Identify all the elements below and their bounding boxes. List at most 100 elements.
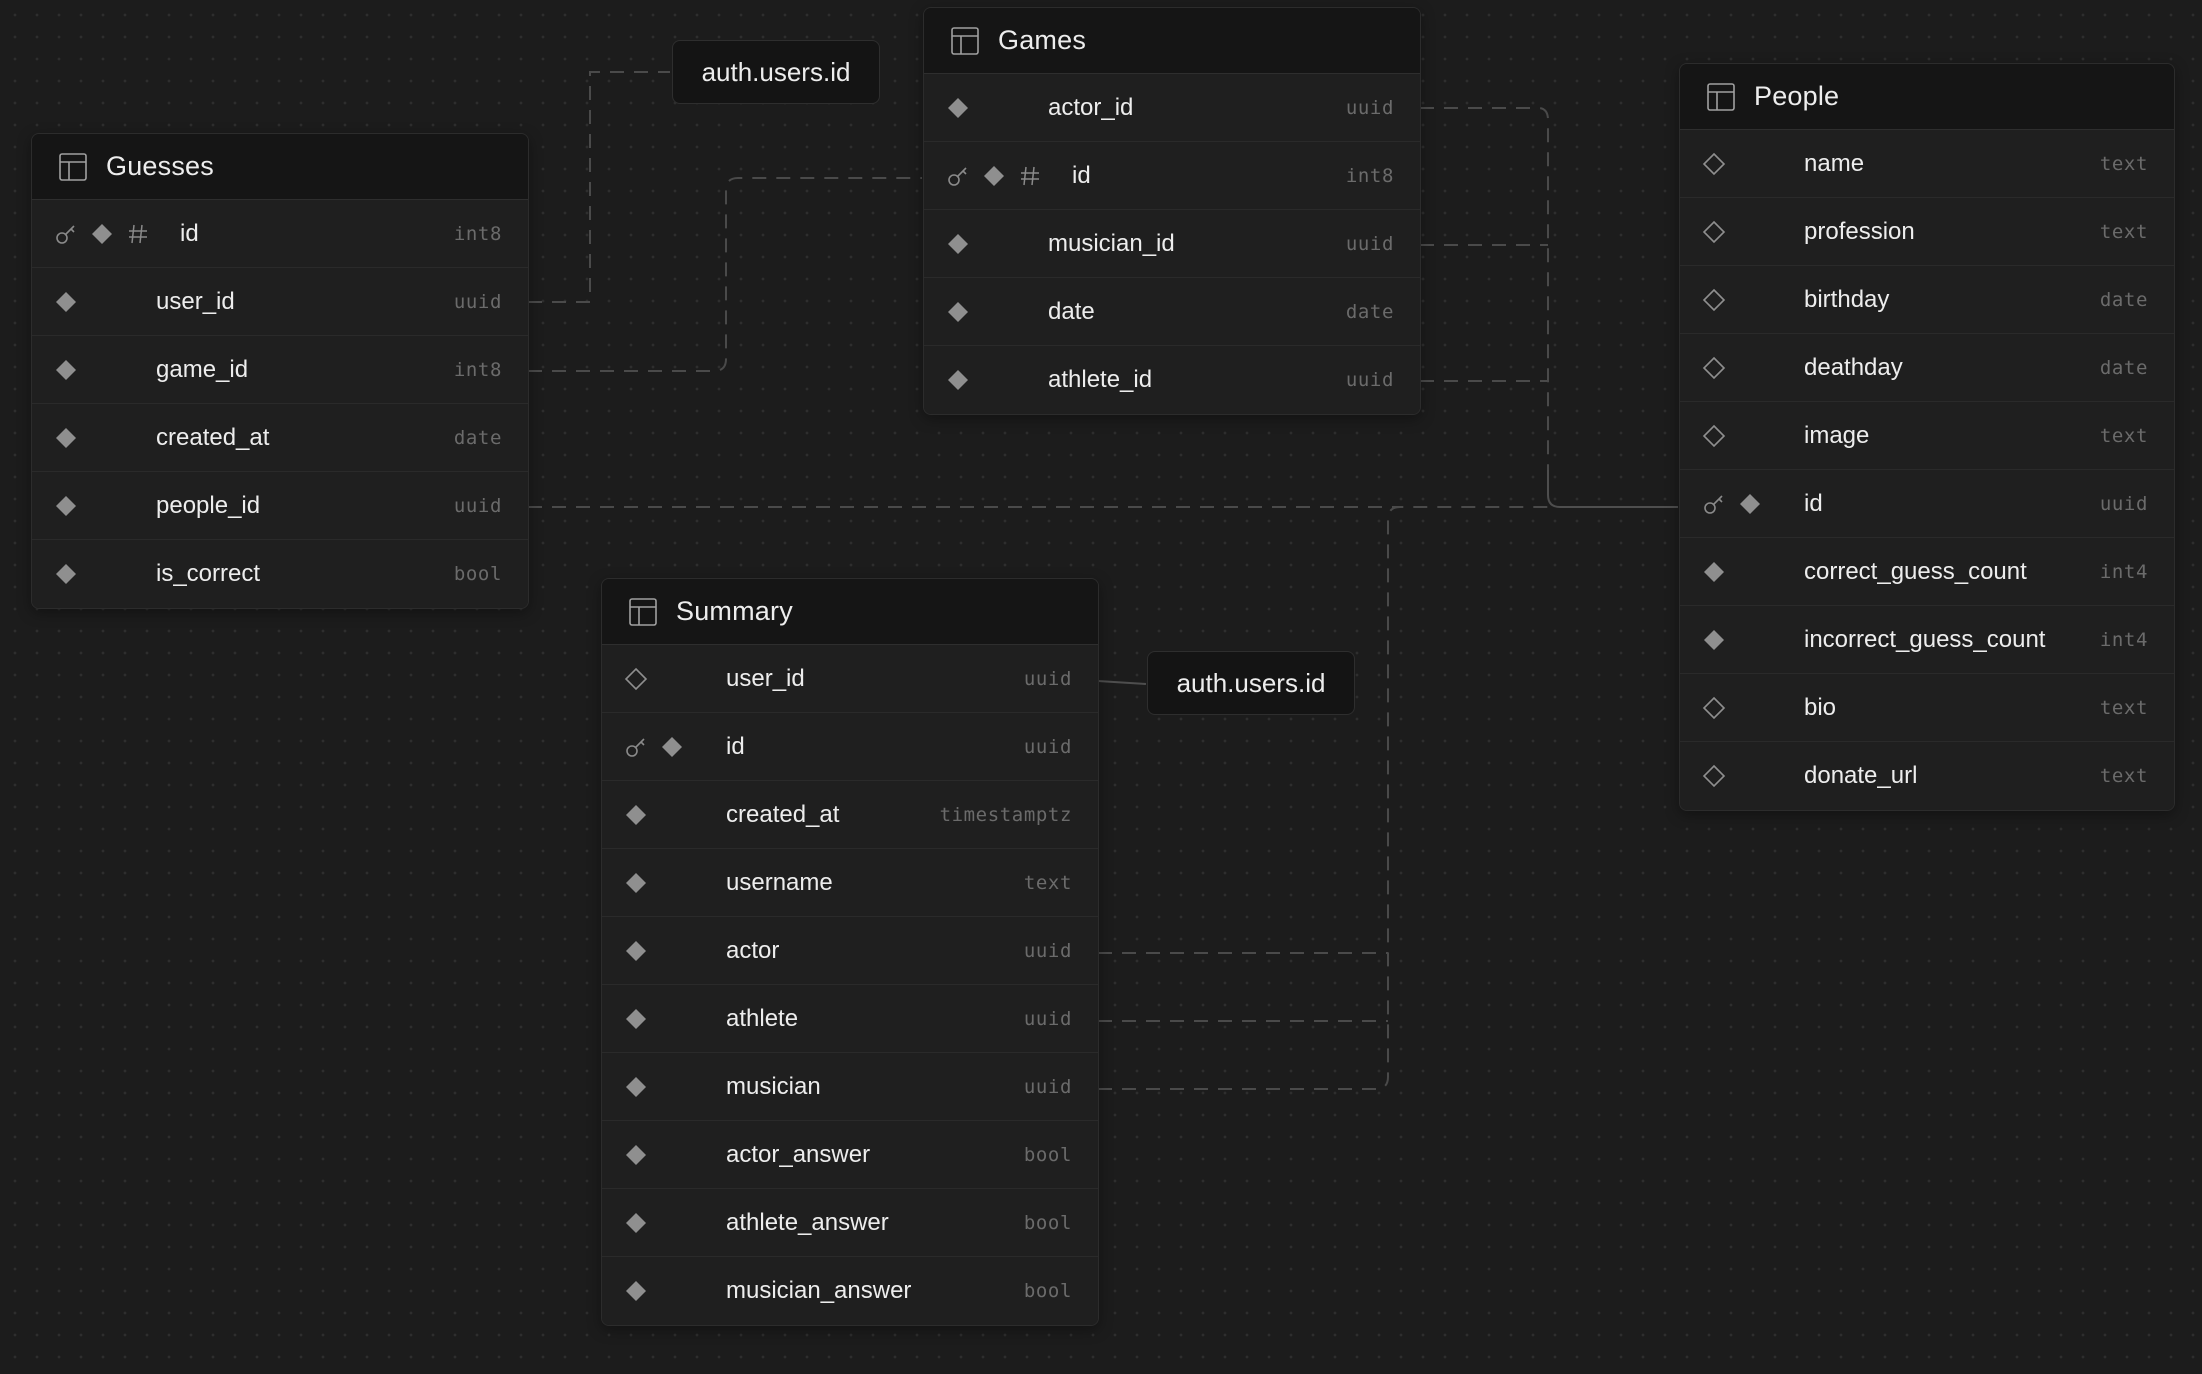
- column-row-people-id[interactable]: people_id uuid: [32, 472, 528, 540]
- column-row-id[interactable]: id int8: [32, 200, 528, 268]
- column-name: athlete: [726, 1004, 799, 1032]
- column-type: uuid: [1345, 369, 1394, 391]
- edge-summary-user-id-to-auth-users: [1097, 680, 1147, 685]
- table-guesses[interactable]: Guesses id int8 user_id uuid game_id int8 creat…: [31, 133, 529, 609]
- not-null-diamond-icon: [626, 1076, 646, 1097]
- nullable-diamond-icon: [1702, 220, 1726, 243]
- column-name: profession: [1804, 217, 1915, 245]
- column-row-incorrect-guess-count[interactable]: incorrect_guess_count int4: [1680, 606, 2174, 674]
- column-name: athlete_id: [1048, 366, 1153, 393]
- table-title: Summary: [676, 596, 793, 626]
- column-type: uuid: [1023, 667, 1072, 690]
- column-row-athlete-answer[interactable]: athlete_answer bool: [602, 1189, 1098, 1257]
- column-name: id: [180, 219, 199, 247]
- not-null-diamond-icon: [1740, 493, 1760, 514]
- table-header[interactable]: People: [1680, 64, 2174, 130]
- column-row-donate-url[interactable]: donate_url text: [1680, 742, 2174, 810]
- auth-users-id-reference-top[interactable]: auth.users.id: [672, 40, 880, 104]
- column-row-id[interactable]: id uuid: [602, 713, 1098, 781]
- column-name: image: [1804, 421, 1870, 449]
- primary-key-icon: [1704, 494, 1723, 514]
- column-row-image[interactable]: image text: [1680, 402, 2174, 470]
- column-row-is-correct[interactable]: is_correct bool: [32, 540, 528, 608]
- column-name: musician_answer: [726, 1277, 912, 1304]
- column-name: actor_answer: [726, 1140, 871, 1168]
- column-name: deathday: [1804, 353, 1903, 381]
- not-null-diamond-icon: [626, 1008, 646, 1029]
- edge-trunk-to-people-id: [1547, 470, 1678, 508]
- not-null-diamond-icon: [948, 233, 968, 254]
- not-null-diamond-icon: [92, 223, 112, 244]
- nullable-diamond-icon: [1702, 356, 1726, 379]
- column-row-athlete[interactable]: athlete uuid: [602, 985, 1098, 1053]
- column-name: donate_url: [1804, 762, 1918, 789]
- column-type: text: [1023, 871, 1072, 894]
- column-row-created-at[interactable]: created_at timestamptz: [602, 781, 1098, 849]
- column-name: musician: [726, 1072, 821, 1100]
- nullable-diamond-icon: [1702, 152, 1726, 175]
- column-name: actor: [726, 936, 780, 964]
- column-name: name: [1804, 149, 1865, 177]
- not-null-diamond-icon: [626, 804, 646, 825]
- column-row-user-id[interactable]: user_id uuid: [602, 645, 1098, 713]
- column-row-actor-id[interactable]: actor_id uuid: [924, 74, 1420, 142]
- edge-summary-musician-to-people-id: [1098, 506, 1548, 1090]
- column-type: uuid: [2099, 492, 2148, 515]
- table-header[interactable]: Games: [924, 8, 1420, 74]
- column-row-musician-answer[interactable]: musician_answer bool: [602, 1257, 1098, 1325]
- column-row-profession[interactable]: profession text: [1680, 198, 2174, 266]
- edge-games-actor-id-to-people-id: [1420, 107, 1549, 470]
- column-row-date[interactable]: date date: [924, 278, 1420, 346]
- column-row-bio[interactable]: bio text: [1680, 674, 2174, 742]
- column-type: uuid: [1023, 735, 1072, 758]
- not-null-diamond-icon: [626, 1281, 646, 1301]
- column-row-musician[interactable]: musician uuid: [602, 1053, 1098, 1121]
- column-name: user_id: [726, 664, 805, 692]
- nullable-diamond-icon: [1702, 424, 1726, 447]
- column-type: text: [2099, 424, 2148, 447]
- column-row-actor-answer[interactable]: actor_answer bool: [602, 1121, 1098, 1189]
- column-row-created-at[interactable]: created_at date: [32, 404, 528, 472]
- column-type: date: [453, 426, 502, 449]
- column-row-birthday[interactable]: birthday date: [1680, 266, 2174, 334]
- identity-hash-icon: [129, 224, 147, 243]
- column-type: text: [2099, 152, 2148, 175]
- column-type: uuid: [453, 494, 502, 517]
- auth-users-id-reference-summary[interactable]: auth.users.id: [1147, 651, 1355, 715]
- column-row-username[interactable]: username text: [602, 849, 1098, 917]
- table-icon: [629, 597, 657, 626]
- column-row-id[interactable]: id uuid: [1680, 470, 2174, 538]
- column-row-game-id[interactable]: game_id int8: [32, 336, 528, 404]
- edge-guesses-game-id-to-games-id: [528, 177, 922, 372]
- table-header[interactable]: Summary: [602, 579, 1098, 645]
- column-row-name[interactable]: name text: [1680, 130, 2174, 198]
- column-type: date: [2099, 356, 2148, 379]
- column-type: text: [2099, 765, 2148, 787]
- column-type: uuid: [1023, 1075, 1072, 1098]
- column-name: user_id: [156, 287, 235, 315]
- column-name: id: [726, 732, 745, 760]
- table-games[interactable]: Games actor_id uuid id int8 musician_id uuid da…: [923, 7, 1421, 415]
- column-name: username: [726, 868, 833, 896]
- not-null-diamond-icon: [56, 359, 76, 380]
- column-row-user-id[interactable]: user_id uuid: [32, 268, 528, 336]
- table-title: Guesses: [106, 151, 214, 181]
- column-row-actor[interactable]: actor uuid: [602, 917, 1098, 985]
- column-name: created_at: [156, 423, 270, 451]
- column-row-id[interactable]: id int8: [924, 142, 1420, 210]
- table-people[interactable]: People name text profession text birthday date…: [1679, 63, 2175, 811]
- reference-label: auth.users.id: [701, 56, 851, 87]
- column-row-deathday[interactable]: deathday date: [1680, 334, 2174, 402]
- column-row-athlete-id[interactable]: athlete_id uuid: [924, 346, 1420, 414]
- table-summary[interactable]: Summary user_id uuid id uuid created_at timest…: [601, 578, 1099, 1326]
- table-header[interactable]: Guesses: [32, 134, 528, 200]
- not-null-diamond-icon: [662, 736, 682, 757]
- nullable-diamond-icon: [624, 667, 648, 690]
- column-row-musician-id[interactable]: musician_id uuid: [924, 210, 1420, 278]
- column-type: bool: [453, 563, 502, 585]
- primary-key-icon: [626, 737, 645, 757]
- column-row-correct-guess-count[interactable]: correct_guess_count int4: [1680, 538, 2174, 606]
- table-icon: [1707, 82, 1735, 111]
- primary-key-icon: [948, 166, 967, 186]
- identity-hash-icon: [1021, 166, 1039, 185]
